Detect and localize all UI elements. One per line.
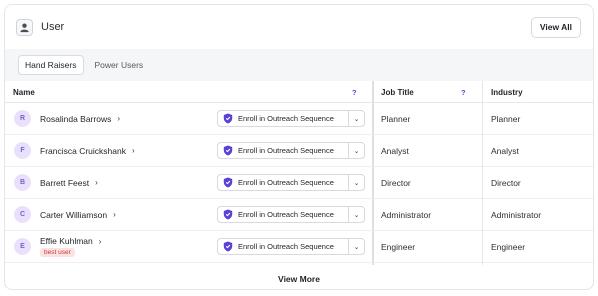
chevron-down-icon[interactable]: ⌄ [348,207,364,222]
industry-cell: Director [491,177,521,188]
name-help-icon[interactable]: ? [352,81,357,103]
industry-cell: Engineer [491,241,526,252]
table-row: E Effie Kuhlman › best user Enroll in Out… [5,231,593,263]
chevron-down-icon[interactable]: ⌄ [348,111,364,126]
tab-power-users[interactable]: Power Users [89,55,150,75]
user-icon [16,18,33,36]
job-title-cell: Planner [381,113,411,124]
chevron-right-icon: › [98,236,102,246]
job-title-cell: Engineer [381,241,416,252]
enroll-split-button: Enroll in Outreach Sequence ⌄ [217,238,365,255]
job-title-cell: Administrator [381,209,432,220]
tab-hand-raisers[interactable]: Hand Raisers [18,55,84,75]
view-more-button[interactable]: View More [5,267,593,289]
table-row: R Rosalinda Barrows › Enroll in Outreach … [5,103,593,135]
enroll-split-button: Enroll in Outreach Sequence ⌄ [217,142,365,159]
enroll-split-button: Enroll in Outreach Sequence ⌄ [217,206,365,223]
enroll-split-button: Enroll in Outreach Sequence ⌄ [217,174,365,191]
user-name-link[interactable]: Barrett Feest › [40,178,98,188]
shield-icon [222,209,233,220]
avatar: C [14,206,31,223]
user-name: Effie Kuhlman [40,236,93,246]
job-title-help-icon[interactable]: ? [461,81,466,103]
enroll-button[interactable]: Enroll in Outreach Sequence [218,111,348,126]
user-name-link[interactable]: Rosalinda Barrows › [40,114,120,124]
chevron-down-icon[interactable]: ⌄ [348,175,364,190]
users-table: Name ? Job Title ? Industry R Rosalinda … [5,81,593,265]
user-name-link[interactable]: Francisca Cruickshank › [40,146,135,156]
card-title: User [41,21,65,33]
avatar: F [14,142,31,159]
job-title-cell: Analyst [381,145,409,156]
enroll-label: Enroll in Outreach Sequence [238,114,334,123]
shield-icon [222,113,233,124]
table-row: C Carter Williamson › Enroll in Outreach … [5,199,593,231]
column-header-industry: Industry [491,87,523,97]
chevron-right-icon: › [113,210,116,219]
chevron-right-icon: › [117,114,121,123]
enroll-button[interactable]: Enroll in Outreach Sequence [218,143,348,158]
card-header: User View All [5,5,593,49]
column-header-job-title: Job Title [381,87,414,97]
user-name: Rosalinda Barrows [40,113,112,124]
user-name-link[interactable]: Carter Williamson › [40,210,116,220]
column-header-name: Name [13,87,35,97]
industry-cell: Planner [491,113,521,124]
user-name: Carter Williamson [40,209,108,220]
job-title-cell: Director [381,177,411,188]
user-name: Francisca Cruickshank [40,145,126,156]
view-all-button[interactable]: View All [530,16,581,38]
industry-cell: Administrator [491,209,542,220]
enroll-button[interactable]: Enroll in Outreach Sequence [218,175,348,190]
table-row: F Francisca Cruickshank › Enroll in Outre… [5,135,593,167]
user-name: Barrett Feest [40,177,90,188]
chevron-down-icon[interactable]: ⌄ [348,239,364,254]
enroll-label: Enroll in Outreach Sequence [238,242,334,251]
industry-cell: Analyst [491,145,519,156]
user-name-link[interactable]: Effie Kuhlman › [40,236,101,246]
user-card: User View All Hand Raisers Power Users N… [4,4,594,290]
shield-icon [222,241,233,252]
chevron-right-icon: › [131,146,135,155]
enroll-label: Enroll in Outreach Sequence [238,210,334,219]
enroll-split-button: Enroll in Outreach Sequence ⌄ [217,110,365,127]
avatar: B [14,174,31,191]
tabs-bar: Hand Raisers Power Users [5,49,593,81]
enroll-label: Enroll in Outreach Sequence [238,178,334,187]
avatar: R [14,110,31,127]
shield-icon [222,177,233,188]
shield-icon [222,145,233,156]
status-badge: best user [40,248,75,257]
avatar: E [14,238,31,255]
enroll-button[interactable]: Enroll in Outreach Sequence [218,207,348,222]
chevron-right-icon: › [95,178,98,187]
chevron-down-icon[interactable]: ⌄ [348,143,364,158]
table-row: B Barrett Feest › Enroll in Outreach Sequ… [5,167,593,199]
enroll-button[interactable]: Enroll in Outreach Sequence [218,239,348,254]
table-header: Name ? Job Title ? Industry [5,81,593,103]
enroll-label: Enroll in Outreach Sequence [238,146,334,155]
